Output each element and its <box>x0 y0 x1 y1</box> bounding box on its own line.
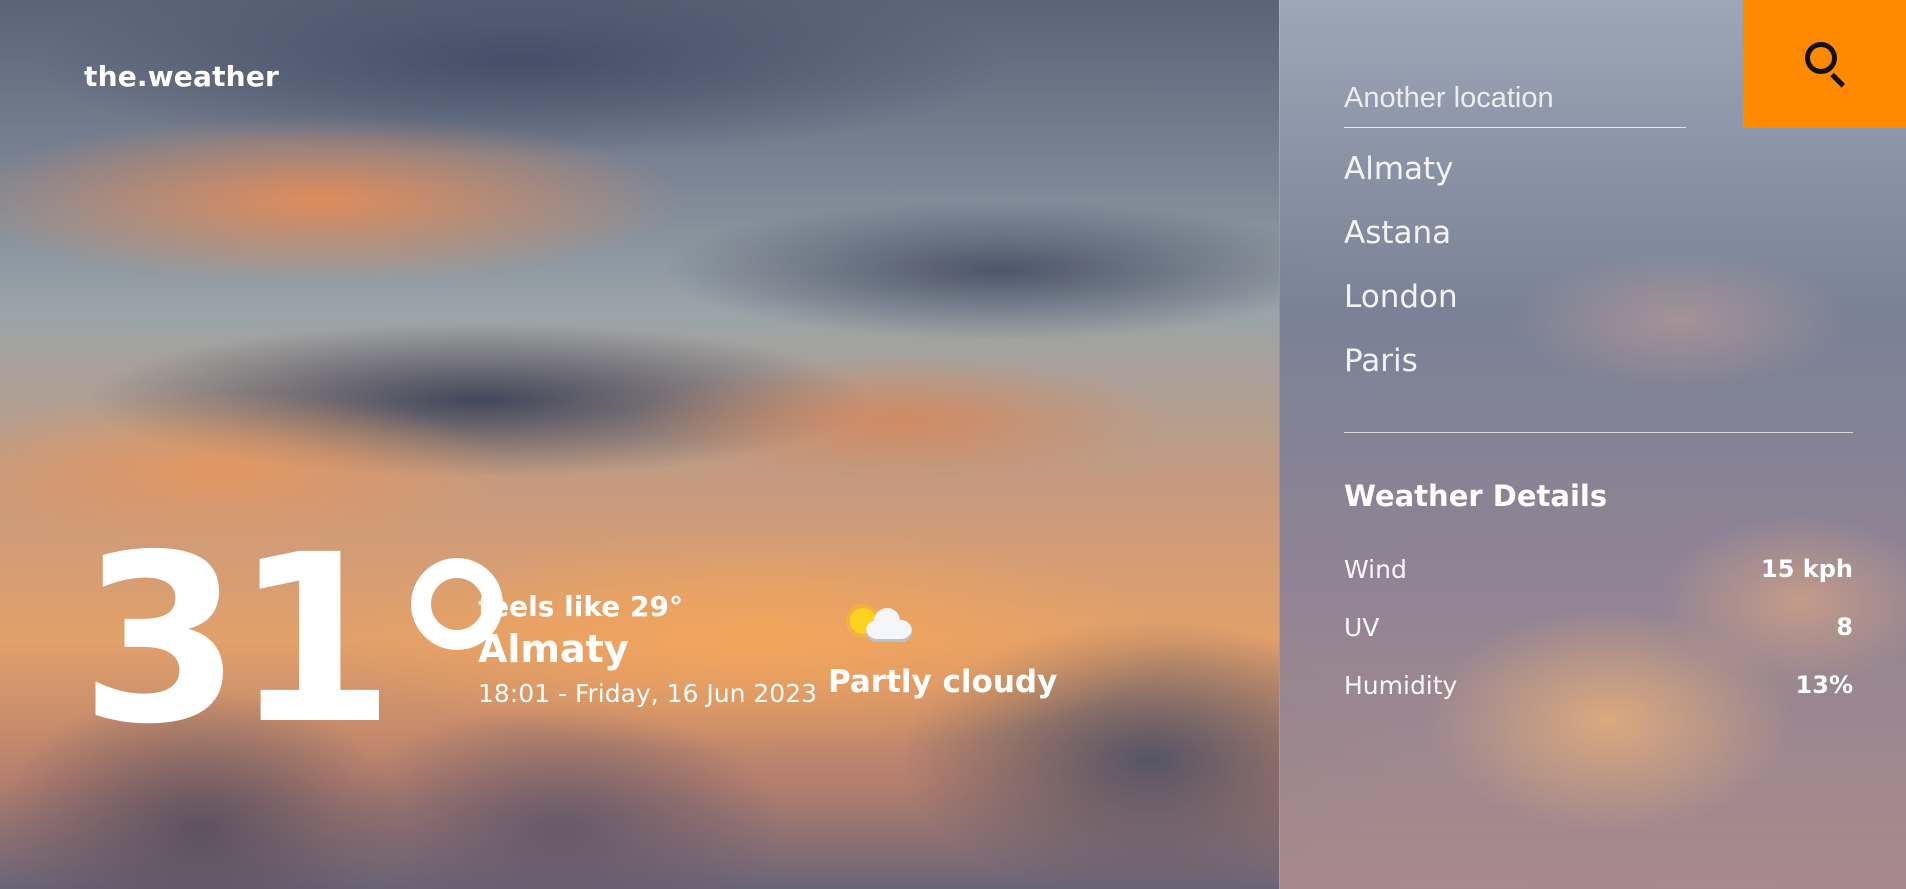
location-item-paris[interactable]: Paris <box>1344 339 1458 403</box>
location-item-london[interactable]: London <box>1344 275 1458 339</box>
feels-like: feels like 29° <box>478 590 683 623</box>
temperature-display: 31 <box>80 505 503 775</box>
detail-row-uv: UV 8 <box>1344 598 1853 656</box>
search-icon <box>1805 42 1846 88</box>
current-datetime: 18:01 - Friday, 16 Jun 2023 <box>478 679 818 708</box>
location-item-almaty[interactable]: Almaty <box>1344 147 1458 211</box>
search-icon-handle <box>1830 72 1846 88</box>
detail-row-humidity: Humidity 13% <box>1344 656 1853 714</box>
detail-label: Humidity <box>1344 670 1458 700</box>
weather-details-list: Wind 15 kph UV 8 Humidity 13% <box>1344 540 1853 714</box>
detail-value: 15 kph <box>1761 555 1853 583</box>
search-button[interactable] <box>1743 0 1906 128</box>
search-icon-lens <box>1805 42 1837 74</box>
location-list: Almaty Astana London Paris <box>1344 147 1458 403</box>
location-search-input[interactable] <box>1344 70 1686 128</box>
detail-row-wind: Wind 15 kph <box>1344 540 1853 598</box>
detail-label: Wind <box>1344 554 1407 584</box>
weather-details-title: Weather Details <box>1344 479 1608 513</box>
side-panel: Almaty Astana London Paris Weather Detai… <box>1279 0 1906 889</box>
detail-value: 13% <box>1795 671 1853 699</box>
detail-value: 8 <box>1836 613 1853 641</box>
current-city: Almaty <box>478 627 629 671</box>
weather-app: the.weather 31 feels like 29° Almaty 18:… <box>0 0 1906 889</box>
temperature-value: 31 <box>80 505 395 775</box>
partly-cloudy-icon <box>836 596 916 652</box>
panel-divider <box>1344 432 1853 433</box>
location-item-astana[interactable]: Astana <box>1344 211 1458 275</box>
cloud-icon <box>866 608 912 642</box>
current-info: feels like 29° Almaty 18:01 - Friday, 16… <box>478 590 817 708</box>
detail-label: UV <box>1344 612 1380 642</box>
brand-logo[interactable]: the.weather <box>84 60 279 93</box>
weather-condition: Partly cloudy <box>828 596 1058 700</box>
condition-text: Partly cloudy <box>828 664 1058 700</box>
